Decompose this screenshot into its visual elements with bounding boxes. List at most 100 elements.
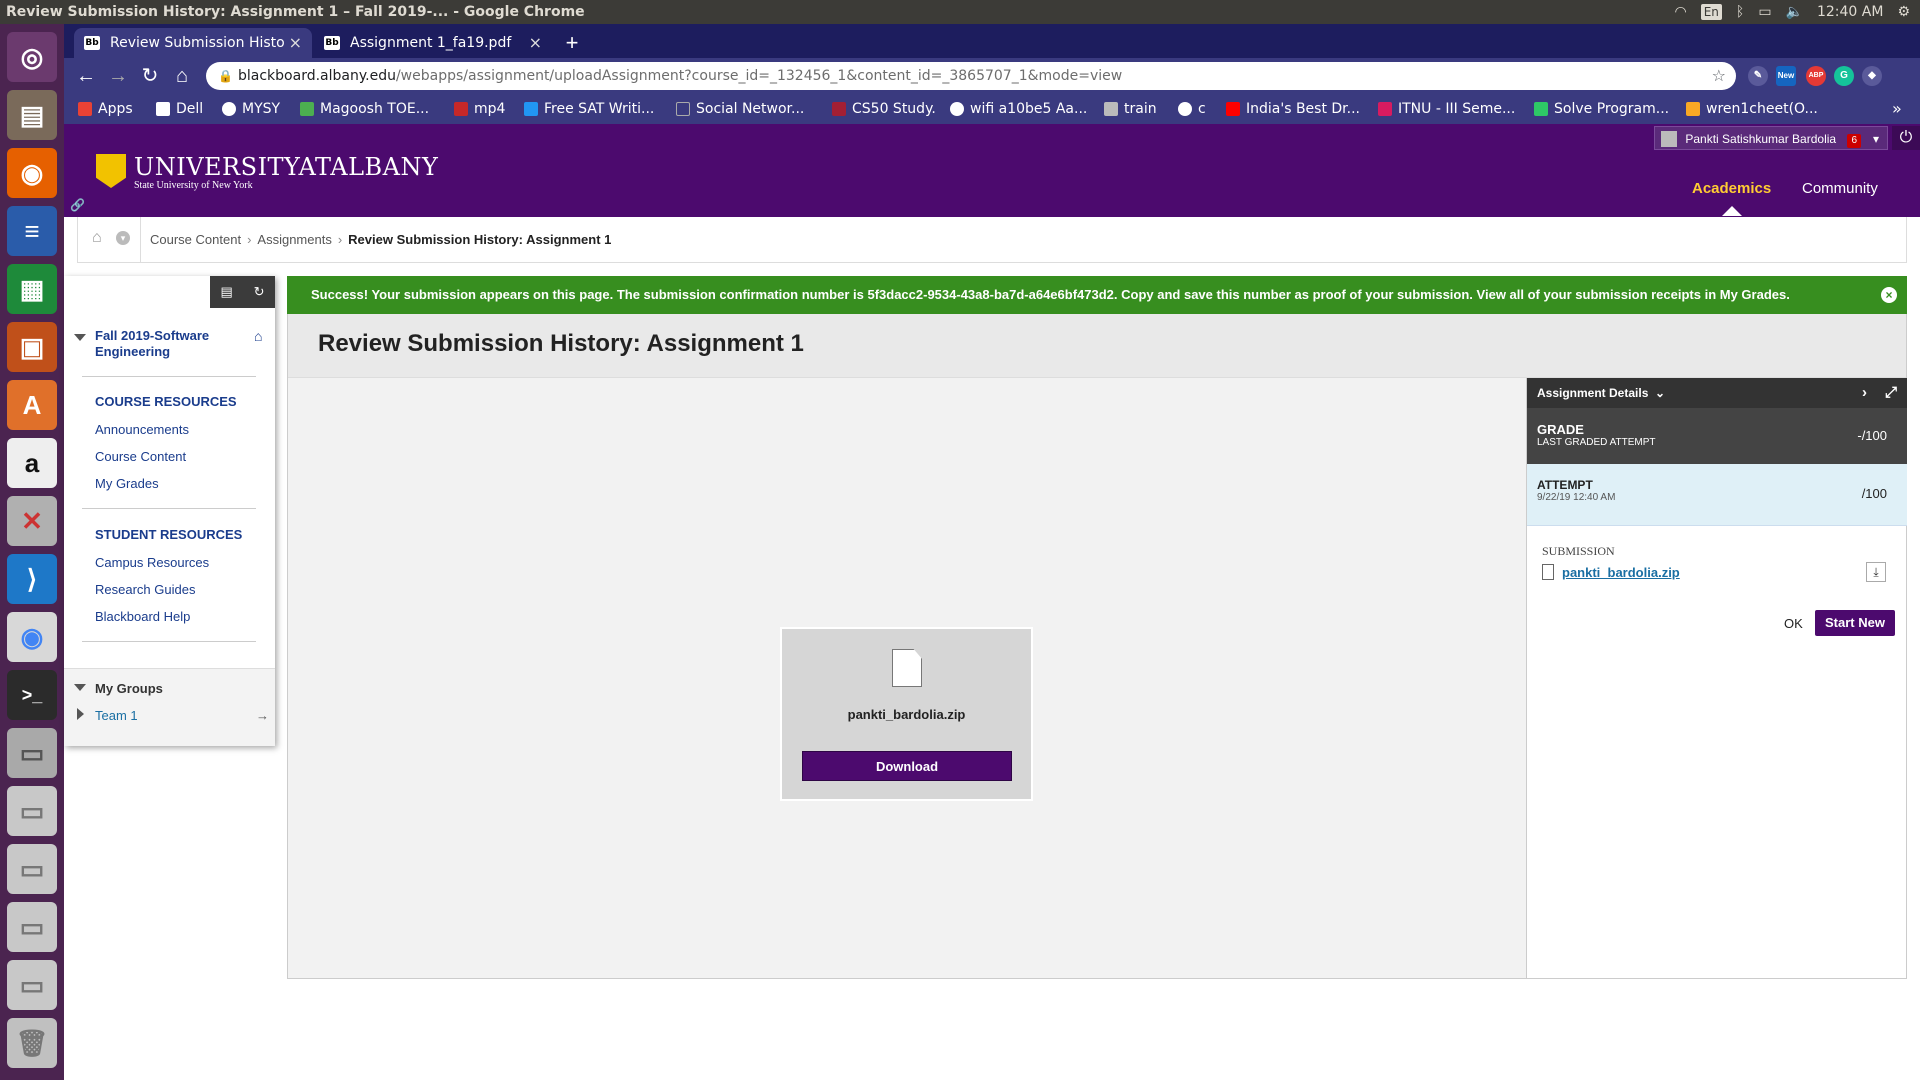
tab-assignment-pdf[interactable]: Bb Assignment 1_fa19.pdf × [314, 28, 552, 58]
collapse-triangle-icon[interactable] [74, 684, 86, 691]
drive-icon[interactable]: ▭ [7, 786, 57, 836]
bookmark-item[interactable]: wren1cheet(O... [1686, 94, 1818, 124]
ubuntu-dash-icon[interactable]: ◎ [7, 32, 57, 82]
wifi-icon[interactable]: ◠ [1675, 0, 1687, 24]
tab-academics[interactable]: Academics [1692, 180, 1771, 197]
bookmark-favicon [1104, 102, 1118, 116]
bookmark-item[interactable]: Solve Program... [1534, 94, 1669, 124]
bookmark-item[interactable]: MYSY [222, 94, 280, 124]
drive-icon[interactable]: ▭ [7, 844, 57, 894]
power-menu-icon[interactable]: ⚙ [1897, 0, 1910, 24]
adblock-icon[interactable]: ABP [1806, 66, 1826, 86]
menu-link-research-guides[interactable]: Research Guides [95, 582, 195, 597]
course-home-icon[interactable]: ⌂ [254, 328, 262, 344]
scanner-icon[interactable]: ▭ [7, 728, 57, 778]
reload-button[interactable]: ↻ [136, 62, 164, 90]
files-icon[interactable]: ▤ [7, 90, 57, 140]
firefox-icon[interactable]: ◉ [7, 148, 57, 198]
impress-icon[interactable]: ▣ [7, 322, 57, 372]
breadcrumb-item[interactable]: Course Content [150, 232, 241, 247]
home-icon[interactable]: ⌂ [92, 229, 102, 247]
drive-icon[interactable]: ▭ [7, 960, 57, 1010]
menu-link-campus-resources[interactable]: Campus Resources [95, 555, 209, 570]
course-title[interactable]: Fall 2019-Software Engineering [95, 328, 225, 360]
new-tab-button[interactable]: + [558, 30, 586, 56]
bookmark-item[interactable]: ITNU - III Seme... [1378, 94, 1515, 124]
bookmark-item[interactable]: India's Best Dr... [1226, 94, 1360, 124]
bookmark-item[interactable]: mp4 [454, 94, 505, 124]
tab-community[interactable]: Community [1802, 180, 1878, 197]
expand-icon[interactable]: ⤢ [1885, 378, 1897, 408]
clock[interactable]: 12:40 AM [1817, 0, 1883, 24]
close-icon[interactable]: × [1881, 287, 1897, 303]
bookmark-item[interactable]: Magoosh TOE... [300, 94, 429, 124]
keyboard-layout-indicator[interactable]: En [1700, 4, 1722, 20]
volume-icon[interactable]: 🔈 [1786, 0, 1803, 24]
chevron-down-icon[interactable]: ▾ [116, 231, 130, 245]
panel-title[interactable]: Assignment Details [1537, 386, 1648, 400]
university-logo[interactable]: UNIVERSITYATALBANY State University of N… [96, 154, 438, 192]
folder-view-icon[interactable]: ▤ [220, 284, 232, 300]
submission-file-link[interactable]: pankti_bardolia.zip [1562, 565, 1680, 580]
file-name: pankti_bardolia.zip [847, 707, 966, 722]
bookmark-star-icon[interactable]: ☆ [1712, 62, 1726, 90]
bookmark-item[interactable]: Free SAT Writi... [524, 94, 654, 124]
calc-icon[interactable]: ▦ [7, 264, 57, 314]
address-bar[interactable]: 🔒 blackboard.albany.edu/webapps/assignme… [206, 62, 1736, 90]
new-extension-icon[interactable]: New [1776, 66, 1796, 86]
chrome-icon[interactable]: ◉ [7, 612, 57, 662]
vscode-icon[interactable]: ⟩ [7, 554, 57, 604]
menu-link-announcements[interactable]: Announcements [95, 422, 189, 437]
back-button[interactable]: ← [72, 62, 100, 90]
breadcrumb-item[interactable]: Assignments [257, 232, 331, 247]
link-icon[interactable]: 🔗 [70, 198, 85, 212]
ok-button[interactable]: OK [1784, 616, 1803, 631]
menu-link-blackboard-help[interactable]: Blackboard Help [95, 609, 190, 624]
chevron-down-icon[interactable]: ⌄ [1652, 386, 1665, 400]
bookmark-item[interactable]: train [1104, 94, 1157, 124]
tab-review-submission[interactable]: Bb Review Submission Histo × [74, 28, 312, 58]
receipts-link[interactable]: View all of your submission receipts in … [1477, 287, 1790, 302]
bookmark-apps[interactable]: Apps [78, 94, 133, 124]
settings-icon[interactable]: ✕ [7, 496, 57, 546]
software-center-icon[interactable]: A [7, 380, 57, 430]
bookmark-item[interactable]: wifi a10be5 Aa... [950, 94, 1087, 124]
forward-button[interactable]: → [104, 62, 132, 90]
menu-link-my-grades[interactable]: My Grades [95, 476, 159, 491]
bookmark-item[interactable]: c [1178, 94, 1206, 124]
notification-badge[interactable]: 6 [1847, 134, 1861, 148]
close-tab-icon[interactable]: × [529, 28, 542, 58]
expand-triangle-icon[interactable] [77, 708, 84, 720]
writer-icon[interactable]: ≡ [7, 206, 57, 256]
trash-icon[interactable]: 🗑 [7, 1018, 57, 1068]
bookmark-item[interactable]: Social Networ... [676, 94, 804, 124]
close-tab-icon[interactable]: × [289, 28, 302, 58]
amazon-icon[interactable]: a [7, 438, 57, 488]
bluetooth-icon[interactable]: ᛒ [1736, 0, 1744, 24]
bookmarks-overflow-button[interactable]: » [1892, 94, 1902, 124]
collapse-triangle-icon[interactable] [74, 334, 86, 341]
extension-icon[interactable]: ◆ [1862, 66, 1882, 86]
menu-link-course-content[interactable]: Course Content [95, 449, 186, 464]
drive-icon[interactable]: ▭ [7, 902, 57, 952]
attempt-row[interactable]: ATTEMPT 9/22/19 12:40 AM /100 [1527, 464, 1907, 526]
groups-heading[interactable]: My Groups [95, 681, 163, 696]
download-button[interactable]: Download [802, 751, 1012, 781]
bookmark-item[interactable]: CS50 Study. [832, 94, 936, 124]
terminal-icon[interactable]: >_ [7, 670, 57, 720]
lock-icon[interactable]: 🔒 [218, 62, 233, 90]
home-button[interactable]: ⌂ [168, 62, 196, 90]
user-menu[interactable]: Pankti Satishkumar Bardolia 6 ▾ [1654, 126, 1888, 150]
chevron-right-icon[interactable]: › [1862, 378, 1867, 408]
pen-extension-icon[interactable]: ✎ [1748, 66, 1768, 86]
start-new-button[interactable]: Start New [1815, 610, 1895, 636]
logo-title: UNIVERSITYATALBANY [134, 153, 439, 181]
bookmark-item[interactable]: Dell [156, 94, 203, 124]
grammarly-icon[interactable]: G [1834, 66, 1854, 86]
logout-icon[interactable]: ⏻ [1892, 126, 1920, 150]
refresh-icon[interactable]: ↻ [254, 284, 265, 300]
download-icon[interactable]: ⤓ [1866, 562, 1886, 582]
group-item-team-1[interactable]: Team 1 [95, 708, 138, 723]
battery-icon[interactable]: ▭ [1758, 0, 1771, 24]
arrow-right-icon[interactable]: → [256, 708, 269, 723]
